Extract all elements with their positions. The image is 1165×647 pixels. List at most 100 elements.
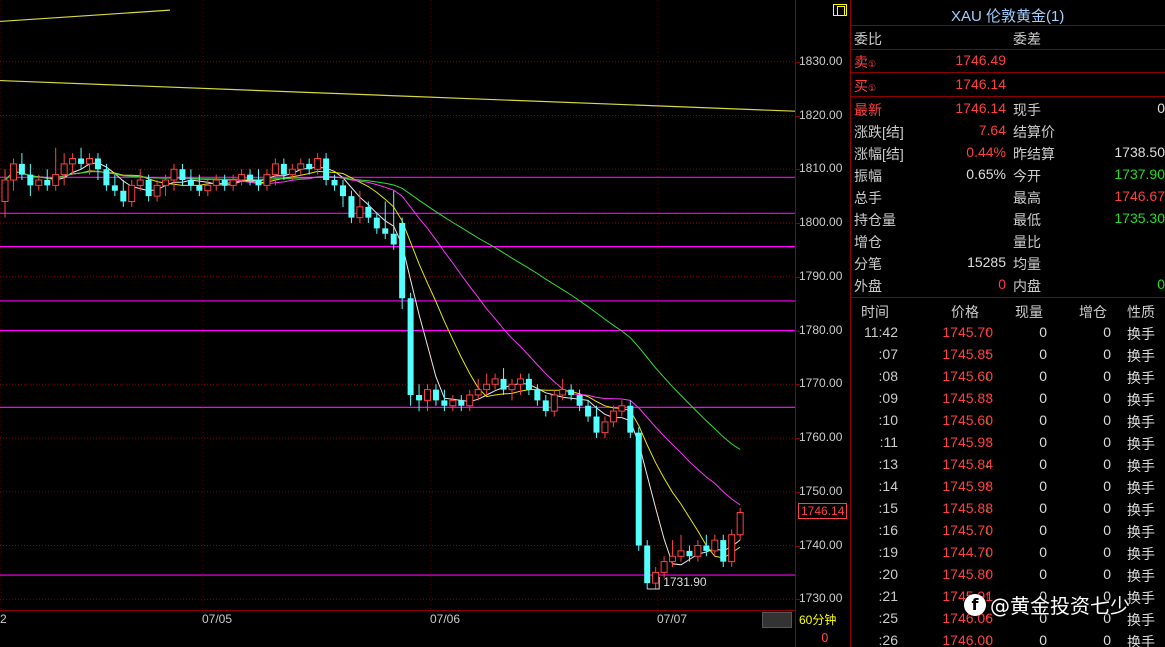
tick-time: :25 xyxy=(878,610,898,626)
tick-oi-change: 0 xyxy=(1103,566,1111,582)
tick-volume: 0 xyxy=(1039,390,1047,406)
panel-title-row: XAU 伦敦黄金(1) xyxy=(833,0,1165,26)
tick-table-header: 时间 价格 现量 增仓 性质 xyxy=(851,300,1165,322)
chart-canvas[interactable]: 1731.90 xyxy=(0,0,795,610)
candle-body xyxy=(18,163,25,175)
weibi-label: 委比 xyxy=(854,31,882,47)
candle-body xyxy=(474,389,482,396)
arrow-down-icon: ↓ xyxy=(984,500,991,515)
candle-body xyxy=(618,405,626,412)
tick-type: 换手 xyxy=(1127,436,1155,452)
fenbi-value: 15285 xyxy=(967,254,1006,270)
ma20-line xyxy=(4,170,741,506)
quote-row-fenbi: 分笔 15285 均量 xyxy=(851,252,1165,274)
arrow-up-icon: ↑ xyxy=(984,434,991,449)
candle-body xyxy=(297,163,305,170)
col-oi-change: 增仓 xyxy=(1079,304,1107,320)
candle-body xyxy=(728,534,736,563)
candle-body xyxy=(491,378,499,385)
latest-value: 1746.14 xyxy=(955,100,1006,116)
candle-body xyxy=(280,163,287,175)
date-tick-label: 07/07 xyxy=(657,612,688,626)
now-hand-label: 现手 xyxy=(1013,102,1041,118)
price-tick-label: 1810.00 xyxy=(799,161,843,176)
tick-price: 1745.84 xyxy=(942,456,993,472)
now-hand-value: 0 xyxy=(1157,100,1165,116)
candle-body xyxy=(306,163,313,170)
inner-value: 0 xyxy=(1157,276,1165,292)
tick-oi-change: 0 xyxy=(1103,390,1111,406)
tick-row[interactable]: :19 1744.70 0 0 换手 ↓ xyxy=(851,542,1165,564)
divider xyxy=(851,96,1165,97)
tick-row[interactable]: :15 1745.88 0 0 换手 ↓ xyxy=(851,498,1165,520)
buy-marker: ① xyxy=(868,83,877,93)
candle-body xyxy=(534,389,541,401)
tick-type: 换手 xyxy=(1127,590,1155,606)
candle-body xyxy=(212,179,220,186)
candle-body xyxy=(399,223,406,299)
tick-volume: 0 xyxy=(1039,346,1047,362)
oi-change-label: 增仓 xyxy=(854,234,882,250)
outer-value: 0 xyxy=(998,276,1006,292)
quote-row-change-pct: 涨幅[结] 0.44% 昨结算 1738.50 xyxy=(851,142,1165,164)
arrow-down-icon: ↓ xyxy=(984,522,991,537)
period-selector[interactable]: 60分钟 xyxy=(799,611,836,628)
tick-oi-change: 0 xyxy=(1103,456,1111,472)
candle-body xyxy=(660,561,668,573)
tick-time: :13 xyxy=(878,456,898,472)
change-pct-label: 涨幅[结] xyxy=(854,146,904,162)
candle-body xyxy=(593,416,600,433)
price-tick-label: 1790.00 xyxy=(799,268,843,283)
tick-row[interactable]: :11 1745.93 0 0 换手 ↑ xyxy=(851,432,1165,454)
instrument-title: XAU 伦敦黄金(1) xyxy=(951,8,1065,25)
candlestick-chart[interactable]: 1731.90 xyxy=(0,0,795,610)
tick-row[interactable]: :26 1746.00 0 0 换手 ↓ xyxy=(851,630,1165,647)
candle-body xyxy=(221,180,228,186)
total-hands-label: 总手 xyxy=(854,190,882,206)
candle-body xyxy=(196,185,203,191)
tick-row[interactable]: :07 1745.85 0 0 换手 ↑ xyxy=(851,344,1165,366)
tick-row[interactable]: :20 1745.80 0 0 换手 ↑ xyxy=(851,564,1165,586)
tick-price: 1745.70 xyxy=(942,324,993,340)
tick-volume: 0 xyxy=(1039,566,1047,582)
quote-row-latest: 最新 1746.14 现手 0 xyxy=(851,98,1165,120)
tick-oi-change: 0 xyxy=(1103,544,1111,560)
candle-body xyxy=(500,378,507,390)
tick-row[interactable]: :16 1745.70 0 0 换手 ↓ xyxy=(851,520,1165,542)
tick-row[interactable]: :13 1745.84 0 0 换手 ↓ xyxy=(851,454,1165,476)
tick-row[interactable]: :14 1745.98 0 0 换手 ↑ xyxy=(851,476,1165,498)
candle-body xyxy=(365,206,372,218)
tick-row[interactable]: :09 1745.83 0 0 换手 ↑ xyxy=(851,388,1165,410)
tick-oi-change: 0 xyxy=(1103,346,1111,362)
col-time: 时间 xyxy=(861,304,889,320)
tick-price: 1745.83 xyxy=(942,390,993,406)
price-tick-label: 1830.00 xyxy=(799,53,843,68)
tick-price: 1745.98 xyxy=(942,478,993,494)
price-tick-label: 1780.00 xyxy=(799,322,843,337)
tick-row[interactable]: 11:42 1745.70 0 0 换手 ↑ xyxy=(851,322,1165,344)
tick-type: 换手 xyxy=(1127,524,1155,540)
candle-body xyxy=(542,400,549,412)
arrow-up-icon: ↑ xyxy=(984,390,991,405)
tick-volume: 0 xyxy=(1039,478,1047,494)
tick-time: :07 xyxy=(878,346,898,362)
tick-oi-change: 0 xyxy=(1103,522,1111,538)
chart-scroll-thumb[interactable] xyxy=(762,612,792,628)
tick-time: :26 xyxy=(878,632,898,647)
candle-body xyxy=(449,399,457,407)
facebook-icon: f xyxy=(964,594,986,616)
tick-time: :08 xyxy=(878,368,898,384)
date-tick-label: 07/06 xyxy=(430,612,461,626)
quote-row-buy: 买① 1746.14 xyxy=(851,74,1165,96)
tick-type: 换手 xyxy=(1127,370,1155,386)
tick-row[interactable]: :10 1745.60 0 0 换手 ↓ xyxy=(851,410,1165,432)
tick-row[interactable]: :08 1745.60 0 0 换手 ↓ xyxy=(851,366,1165,388)
price-tick-label: 1730.00 xyxy=(799,591,843,606)
tick-volume: 0 xyxy=(1039,368,1047,384)
candle-body xyxy=(238,174,246,181)
window-toggle-icon[interactable] xyxy=(833,4,847,16)
arrow-down-icon: ↓ xyxy=(984,412,991,427)
open-value: 1737.90 xyxy=(1114,166,1165,182)
trend-line xyxy=(0,79,795,112)
tick-time: :19 xyxy=(878,544,898,560)
